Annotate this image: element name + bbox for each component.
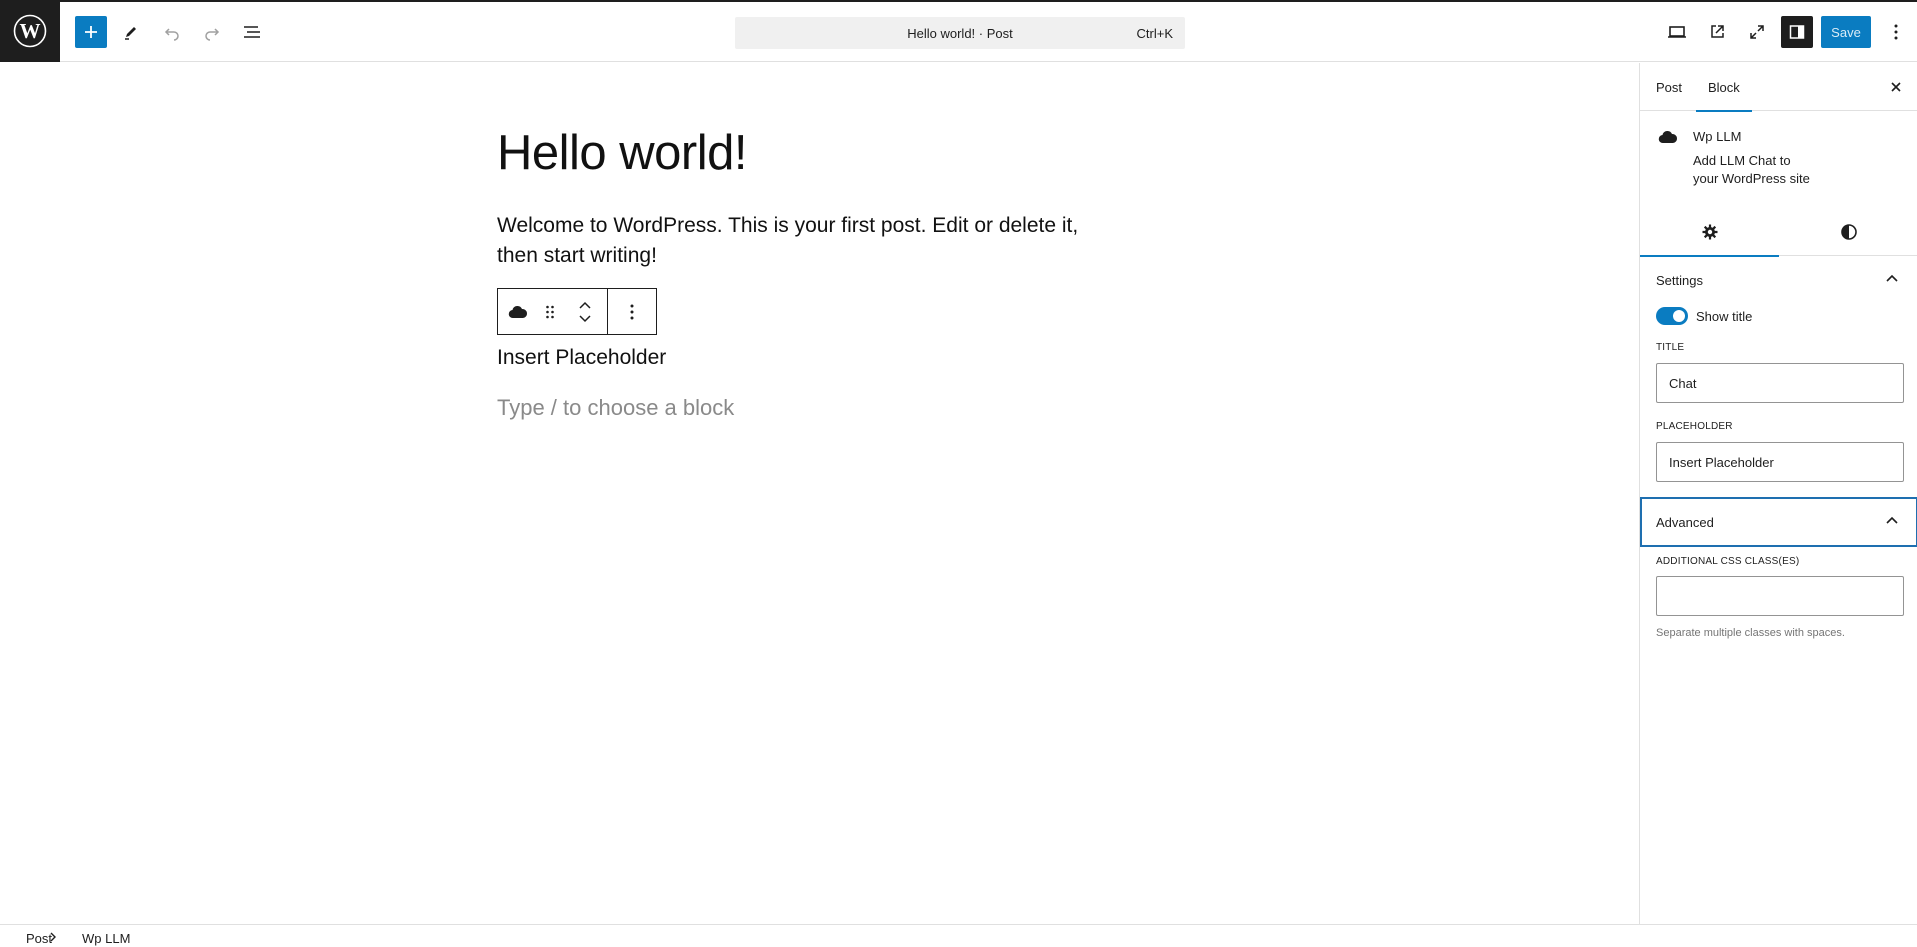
- undo-icon: [164, 28, 179, 41]
- paragraph-block[interactable]: Welcome to WordPress. This is your first…: [497, 211, 1117, 271]
- show-title-toggle[interactable]: [1656, 307, 1688, 325]
- css-class-field[interactable]: [1656, 576, 1904, 616]
- block-type-button[interactable]: [498, 289, 538, 334]
- more-vertical-icon: [1894, 24, 1898, 40]
- css-class-help-text: Separate multiple classes with spaces.: [1656, 627, 1845, 639]
- editor-top-bar: W Hello world! · Post Ctrl+K Save: [0, 0, 1917, 62]
- options-menu-button[interactable]: [1880, 16, 1912, 48]
- contrast-icon: [1840, 224, 1857, 240]
- plus-icon: [85, 26, 97, 38]
- move-block-controls: [562, 289, 607, 334]
- redo-icon: [205, 28, 220, 41]
- command-palette-bar[interactable]: Hello world! · Post Ctrl+K: [735, 17, 1185, 49]
- block-card-description: Add LLM Chat to your WordPress site: [1693, 153, 1810, 186]
- command-shortcut: Ctrl+K: [1136, 26, 1173, 41]
- external-link-icon: [1711, 25, 1724, 38]
- redo-button[interactable]: [196, 16, 228, 48]
- view-post-button[interactable]: [1701, 16, 1733, 48]
- pencil-icon: [125, 27, 136, 40]
- chevron-up-icon: [1886, 516, 1898, 524]
- chevron-up-icon: [1886, 274, 1898, 282]
- post-title[interactable]: Hello world!: [497, 125, 747, 181]
- block-inspector-tabs: [1640, 208, 1917, 257]
- fullscreen-button[interactable]: [1741, 16, 1773, 48]
- empty-block-appender[interactable]: Type / to choose a block: [497, 395, 734, 421]
- sidebar-tabs: Post Block: [1640, 63, 1917, 112]
- block-options-button[interactable]: [608, 289, 656, 334]
- wordpress-editor: W Hello world! · Post Ctrl+K Save Hello …: [0, 0, 1917, 947]
- gear-icon: [1702, 224, 1717, 240]
- undo-button[interactable]: [156, 16, 188, 48]
- document-title: Hello world! · Post: [907, 25, 1013, 41]
- preview-button[interactable]: [1661, 16, 1693, 48]
- wordpress-logo-button[interactable]: W: [0, 0, 60, 62]
- close-icon: [1891, 82, 1901, 92]
- desktop-icon: [1668, 26, 1686, 38]
- move-down-icon[interactable]: [578, 314, 592, 323]
- wp-llm-block-placeholder[interactable]: Insert Placeholder: [497, 346, 666, 370]
- advanced-panel-title: Advanced: [1656, 514, 1714, 530]
- show-title-label: Show title: [1696, 309, 1753, 324]
- drag-handle[interactable]: [538, 289, 562, 334]
- block-breadcrumb: Post Wp LLM: [0, 924, 1917, 947]
- placeholder-field[interactable]: Insert Placeholder: [1656, 442, 1904, 482]
- settings-sidebar-toggle[interactable]: [1781, 16, 1813, 48]
- chevron-right-icon: [50, 932, 56, 942]
- block-card: Wp LLM Add LLM Chat to your WordPress si…: [1640, 111, 1917, 186]
- tab-post[interactable]: Post: [1656, 63, 1682, 111]
- svg-text:W: W: [20, 19, 41, 43]
- placeholder-field-label: PLACEHOLDER: [1656, 421, 1733, 432]
- list-view-icon: [244, 26, 260, 38]
- tab-styles[interactable]: [1779, 208, 1917, 256]
- editor-canvas: Hello world! Welcome to WordPress. This …: [0, 63, 1639, 924]
- close-sidebar-button[interactable]: [1886, 77, 1906, 97]
- cloud-icon: [508, 305, 528, 318]
- wordpress-icon: W: [13, 14, 47, 48]
- cloud-icon: [1658, 130, 1678, 144]
- save-button[interactable]: Save: [1821, 16, 1871, 48]
- move-up-icon[interactable]: [578, 301, 592, 310]
- breadcrumb-item-block[interactable]: Wp LLM: [82, 931, 130, 946]
- tab-block[interactable]: Block: [1696, 63, 1752, 112]
- block-toolbar: [497, 288, 657, 335]
- sidebar-icon: [1789, 25, 1805, 39]
- document-overview-button[interactable]: [236, 16, 268, 48]
- block-card-title: Wp LLM: [1693, 129, 1742, 144]
- title-field-label: TITLE: [1656, 342, 1685, 353]
- fullscreen-icon: [1750, 25, 1764, 39]
- add-block-button[interactable]: [75, 16, 107, 48]
- tab-settings[interactable]: [1640, 208, 1779, 257]
- title-field[interactable]: Chat: [1656, 363, 1904, 403]
- settings-panel-toggle[interactable]: Settings: [1640, 256, 1917, 304]
- tools-button[interactable]: [115, 16, 147, 48]
- css-class-field-label: ADDITIONAL CSS CLASS(ES): [1656, 556, 1800, 567]
- advanced-panel-toggle[interactable]: Advanced: [1640, 497, 1917, 547]
- more-vertical-icon: [630, 304, 634, 319]
- settings-panel-title: Settings: [1656, 272, 1703, 288]
- settings-sidebar: Post Block Wp LLM Add LLM Chat to your W…: [1639, 63, 1917, 924]
- drag-handle-icon: [546, 305, 554, 318]
